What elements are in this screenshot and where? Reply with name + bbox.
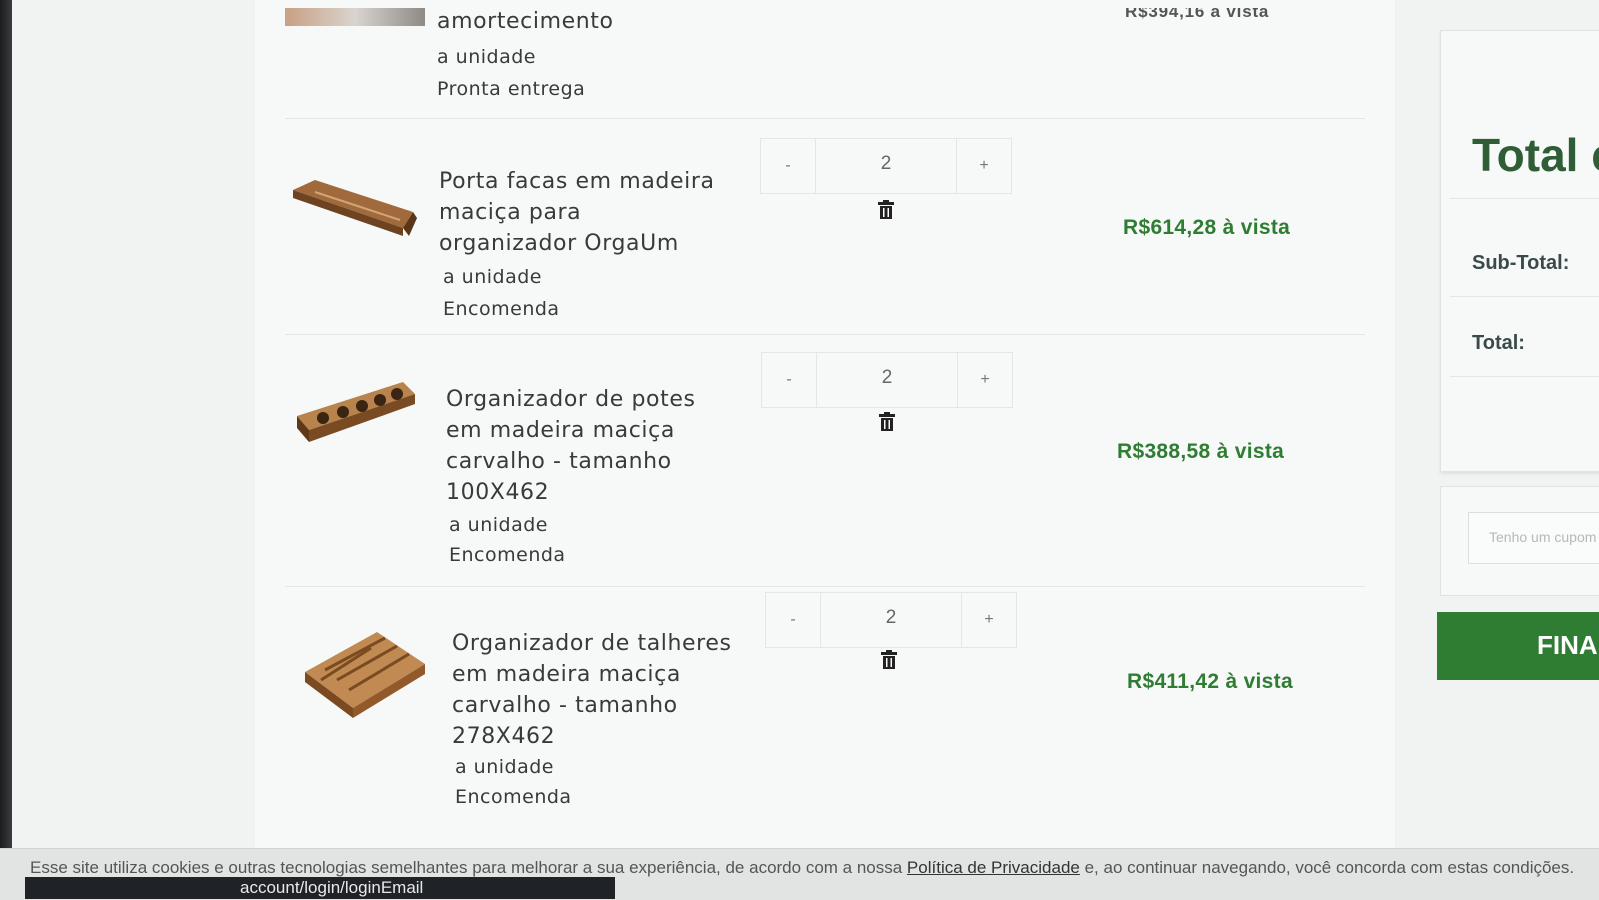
cart-row: Organizador de talheres em madeira maciç… bbox=[285, 588, 1365, 836]
product-image bbox=[285, 622, 425, 718]
quantity-stepper: - 2 + bbox=[760, 138, 1012, 194]
product-availability: Encomenda bbox=[449, 544, 566, 566]
product-name[interactable]: Organizador de talheres em madeira maciç… bbox=[452, 628, 752, 752]
product-name-line: Organizador de potes bbox=[446, 387, 696, 412]
product-name-line: maciça para bbox=[439, 200, 582, 225]
product-name-line: organizador OrgaUm bbox=[439, 231, 679, 256]
product-unit: a unidade bbox=[455, 756, 554, 778]
product-availability: Encomenda bbox=[455, 786, 572, 808]
coupon-input[interactable]: Tenho um cupom bbox=[1468, 512, 1599, 564]
product-image bbox=[285, 170, 425, 260]
product-name[interactable]: Porta facas em madeira maciça para organ… bbox=[439, 166, 739, 259]
decrease-quantity-button[interactable]: - bbox=[762, 353, 816, 407]
quantity-stepper: - 2 + bbox=[765, 592, 1017, 648]
quantity-value[interactable]: 2 bbox=[816, 353, 958, 407]
product-unit: a unidade bbox=[437, 46, 536, 68]
trash-icon[interactable] bbox=[878, 412, 896, 432]
quantity-value[interactable]: 2 bbox=[815, 139, 957, 193]
product-image bbox=[285, 6, 425, 28]
product-name-line: Organizador de talheres bbox=[452, 631, 732, 656]
cookie-text-prefix: Esse site utiliza cookies e outras tecno… bbox=[30, 858, 907, 877]
product-unit: a unidade bbox=[443, 266, 542, 288]
screen-bezel bbox=[0, 0, 12, 899]
divider bbox=[1450, 296, 1599, 297]
product-name-line: carvalho - tamanho bbox=[446, 449, 672, 474]
divider bbox=[1450, 198, 1599, 199]
privacy-policy-link[interactable]: Política de Privacidade bbox=[907, 858, 1080, 877]
trash-icon[interactable] bbox=[880, 650, 898, 670]
increase-quantity-button[interactable]: + bbox=[958, 353, 1012, 407]
cart-row: Porta facas em madeira maciça para organ… bbox=[285, 120, 1365, 335]
cookie-consent-text: Esse site utiliza cookies e outras tecno… bbox=[30, 858, 1574, 878]
product-name[interactable]: Organizador de potes em madeira maciça c… bbox=[446, 384, 746, 508]
product-price: R$614,28 à vista bbox=[1123, 216, 1291, 239]
cookie-text-suffix: e, ao continuar navegando, você concorda… bbox=[1079, 858, 1575, 877]
subtotal-label: Sub-Total: bbox=[1472, 252, 1570, 274]
product-availability: Pronta entrega bbox=[437, 78, 586, 100]
product-availability: Encomenda bbox=[443, 298, 560, 320]
product-image bbox=[285, 376, 425, 466]
product-name-line: carvalho - tamanho bbox=[452, 693, 678, 718]
quantity-value[interactable]: 2 bbox=[820, 593, 962, 647]
product-unit: a unidade bbox=[449, 514, 548, 536]
cart-row: Organizador de potes em madeira maciça c… bbox=[285, 336, 1365, 587]
page: amortecimento a unidade Pronta entrega R… bbox=[0, 0, 1599, 900]
decrease-quantity-button[interactable]: - bbox=[766, 593, 820, 647]
quantity-stepper: - 2 + bbox=[761, 352, 1013, 408]
product-name-line: em madeira maciça bbox=[446, 418, 675, 443]
finalize-purchase-button[interactable]: FINA bbox=[1437, 612, 1599, 680]
total-label: Total: bbox=[1472, 332, 1525, 354]
trash-icon[interactable] bbox=[877, 200, 895, 220]
increase-quantity-button[interactable]: + bbox=[957, 139, 1011, 193]
browser-status-url: account/login/loginEmail bbox=[25, 877, 615, 899]
product-name-line: Porta facas em madeira bbox=[439, 169, 715, 194]
product-name[interactable]: amortecimento bbox=[437, 6, 737, 37]
increase-quantity-button[interactable]: + bbox=[962, 593, 1016, 647]
decrease-quantity-button[interactable]: - bbox=[761, 139, 815, 193]
order-summary-panel bbox=[1440, 30, 1599, 472]
cart-list: amortecimento a unidade Pronta entrega R… bbox=[255, 0, 1395, 860]
product-name-line: 278X462 bbox=[452, 724, 556, 749]
summary-title: Total c bbox=[1472, 129, 1599, 181]
product-name-line: em madeira maciça bbox=[452, 662, 681, 687]
product-price: R$411,42 à vista bbox=[1127, 670, 1293, 693]
product-price: R$388,58 à vista bbox=[1117, 440, 1285, 463]
divider bbox=[1450, 376, 1599, 377]
product-name-line: 100X462 bbox=[446, 480, 550, 505]
